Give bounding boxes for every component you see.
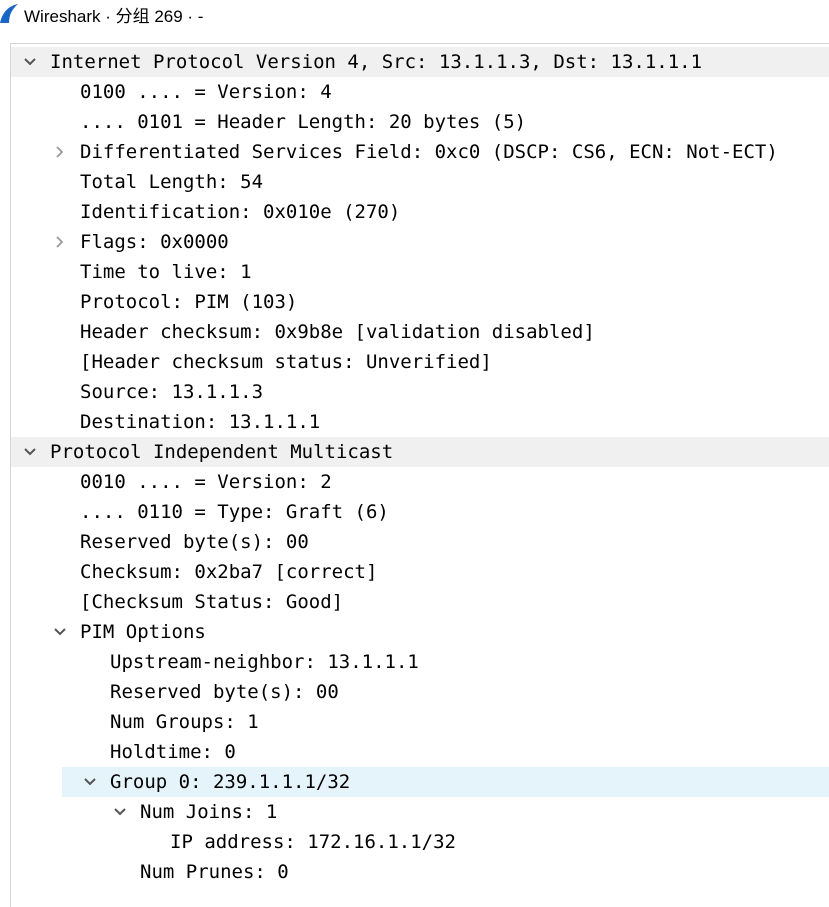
tree-field[interactable]: Checksum: 0x2ba7 [correct] [11, 557, 829, 587]
tree-row-label: 0010 .... = Version: 2 [80, 471, 332, 493]
window-title: Wireshark · 分组 269 · - [24, 7, 204, 26]
tree-row-label: Header checksum: 0x9b8e [validation disa… [80, 321, 595, 343]
tree-row-label: Num Joins: 1 [140, 801, 278, 823]
tree-row-label: PIM Options [80, 621, 206, 643]
chevron-down-icon[interactable] [50, 617, 70, 647]
tree-row-label: Holdtime: 0 [110, 741, 236, 763]
tree-row-label: Identification: 0x010e (270) [80, 201, 401, 223]
tree-field[interactable]: Header checksum: 0x9b8e [validation disa… [11, 317, 829, 347]
chevron-right-icon[interactable] [50, 227, 70, 257]
tree-field[interactable]: .... 0101 = Header Length: 20 bytes (5) [11, 107, 829, 137]
tree-field[interactable]: [Checksum Status: Good] [11, 587, 829, 617]
tree-row-label: Num Prunes: 0 [140, 861, 289, 883]
tree-row-label: Flags: 0x0000 [80, 231, 229, 253]
tree-node[interactable]: Differentiated Services Field: 0xc0 (DSC… [11, 137, 829, 167]
chevron-right-icon[interactable] [50, 137, 70, 167]
tree-field[interactable]: Protocol: PIM (103) [11, 287, 829, 317]
tree-field[interactable]: Holdtime: 0 [11, 737, 829, 767]
tree-row-label: Reserved byte(s): 00 [110, 681, 339, 703]
tree-row-label: [Checksum Status: Good] [80, 591, 344, 613]
tree-row-label: IP address: 172.16.1.1/32 [170, 831, 456, 853]
tree-field[interactable]: Total Length: 54 [11, 167, 829, 197]
tree-row-label: [Header checksum status: Unverified] [80, 351, 492, 373]
tree-row-label: Differentiated Services Field: 0xc0 (DSC… [80, 141, 778, 163]
chevron-down-icon[interactable] [20, 47, 40, 77]
tree-row-label: Protocol Independent Multicast [50, 441, 394, 463]
tree-field[interactable]: Source: 13.1.1.3 [11, 377, 829, 407]
tree-row-label: .... 0110 = Type: Graft (6) [80, 501, 389, 523]
chevron-down-icon[interactable] [20, 437, 40, 467]
tree-field[interactable]: 0010 .... = Version: 2 [11, 467, 829, 497]
tree-field[interactable]: [Header checksum status: Unverified] [11, 347, 829, 377]
chevron-down-icon[interactable] [110, 797, 130, 827]
tree-field[interactable]: Reserved byte(s): 00 [11, 677, 829, 707]
wireshark-fin-icon [0, 4, 18, 23]
tree-node[interactable]: Num Joins: 1 [11, 797, 829, 827]
tree-row-label: Total Length: 54 [80, 171, 264, 193]
chevron-down-icon[interactable] [80, 767, 100, 797]
tree-field[interactable]: Time to live: 1 [11, 257, 829, 287]
tree-field[interactable]: Reserved byte(s): 00 [11, 527, 829, 557]
tree-row-label: Internet Protocol Version 4, Src: 13.1.1… [50, 51, 703, 73]
packet-details-tree[interactable]: Internet Protocol Version 4, Src: 13.1.1… [10, 43, 829, 907]
tree-row-label: .... 0101 = Header Length: 20 bytes (5) [80, 111, 527, 133]
tree-field[interactable]: IP address: 172.16.1.1/32 [11, 827, 829, 857]
tree-field[interactable]: Num Groups: 1 [11, 707, 829, 737]
tree-node[interactable]: Internet Protocol Version 4, Src: 13.1.1… [11, 47, 829, 77]
tree-row-label: Time to live: 1 [80, 261, 252, 283]
tree-row-label: Reserved byte(s): 00 [80, 531, 309, 553]
tree-row-label: Source: 13.1.1.3 [80, 381, 264, 403]
tree-field[interactable]: Upstream-neighbor: 13.1.1.1 [11, 647, 829, 677]
tree-field[interactable]: 0100 .... = Version: 4 [11, 77, 829, 107]
tree-row-label: Num Groups: 1 [110, 711, 259, 733]
tree-row-label: Upstream-neighbor: 13.1.1.1 [110, 651, 419, 673]
tree-node[interactable]: Flags: 0x0000 [11, 227, 829, 257]
tree-node[interactable]: Protocol Independent Multicast [11, 437, 829, 467]
tree-row-label: Checksum: 0x2ba7 [correct] [80, 561, 378, 583]
tree-row-label: 0100 .... = Version: 4 [80, 81, 332, 103]
tree-row-label: Protocol: PIM (103) [80, 291, 298, 313]
tree-node[interactable]: PIM Options [11, 617, 829, 647]
tree-node[interactable]: Group 0: 239.1.1.1/32 [62, 767, 829, 797]
tree-field[interactable]: Num Prunes: 0 [11, 857, 829, 887]
tree-field[interactable]: Destination: 13.1.1.1 [11, 407, 829, 437]
tree-row-label: Destination: 13.1.1.1 [80, 411, 321, 433]
tree-row-label: Group 0: 239.1.1.1/32 [110, 771, 351, 793]
tree-field[interactable]: .... 0110 = Type: Graft (6) [11, 497, 829, 527]
tree-field[interactable]: Identification: 0x010e (270) [11, 197, 829, 227]
title-bar: Wireshark · 分组 269 · - [0, 0, 829, 26]
